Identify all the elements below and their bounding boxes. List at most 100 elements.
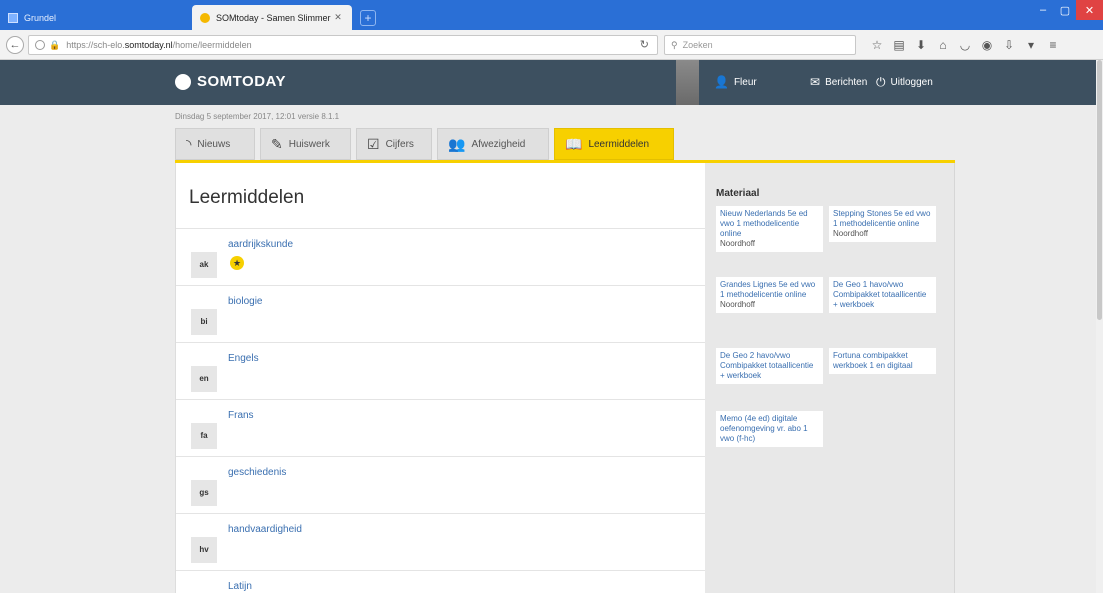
browser-search-input[interactable]: ⚲ Zoeken: [664, 35, 856, 55]
list-item[interactable]: hv handvaardigheid: [176, 513, 706, 570]
reader-list-icon[interactable]: ▤: [888, 36, 910, 54]
star-icon: ★: [230, 256, 244, 270]
power-icon: ⏻: [876, 75, 886, 89]
scrollbar-thumb[interactable]: [1097, 60, 1102, 320]
subject-badge: en: [191, 366, 217, 392]
somtoday-logo[interactable]: SOMTODAY: [175, 73, 286, 90]
tab-huiswerk[interactable]: ✎ Huiswerk: [260, 128, 351, 160]
messages-link[interactable]: ✉ Berichten: [810, 75, 867, 89]
subject-link[interactable]: Frans: [228, 410, 254, 421]
subject-link[interactable]: Engels: [228, 353, 259, 364]
tab-label: Cijfers: [385, 138, 414, 150]
material-card[interactable]: De Geo 2 havo/vwo Combipakket totaallice…: [716, 348, 823, 384]
main-tabs: ◝ Nieuws ✎ Huiswerk ☑ Cijfers 👥 Afwezigh…: [175, 128, 679, 160]
users-icon: 👥: [448, 135, 466, 152]
tab-leermiddelen[interactable]: 📖 Leermiddelen: [554, 128, 674, 160]
somtoday-favicon-icon: [200, 12, 210, 23]
close-tab-icon[interactable]: ✕: [332, 12, 344, 23]
minimize-icon[interactable]: –: [1032, 0, 1054, 20]
home-icon[interactable]: ⌂: [932, 36, 954, 54]
extension-download-icon[interactable]: ⇩: [998, 36, 1020, 54]
list-item[interactable]: gs geschiedenis: [176, 456, 706, 513]
subject-link[interactable]: aardrijkskunde: [228, 239, 293, 250]
browser-tab-title: Grundel: [24, 12, 57, 23]
reload-icon[interactable]: ↻: [640, 38, 649, 51]
tab-afwezigheid[interactable]: 👥 Afwezigheid: [437, 128, 549, 160]
material-link[interactable]: Stepping Stones 5e ed vwo 1 methodelicen…: [833, 209, 932, 229]
material-card[interactable]: Grandes Lignes 5e ed vwo 1 methodelicent…: [716, 277, 823, 313]
page-scrollbar[interactable]: [1096, 60, 1103, 593]
list-item[interactable]: bi biologie: [176, 285, 706, 342]
rss-icon: ◝: [186, 135, 192, 152]
address-bar[interactable]: 🔒 https://sch-elo. somtoday.nl /home/lee…: [28, 35, 658, 55]
search-icon: ⚲: [671, 39, 678, 50]
list-item[interactable]: ak aardrijkskunde ★: [176, 228, 706, 285]
download-icon[interactable]: ⬇: [910, 36, 932, 54]
back-arrow-icon[interactable]: ←: [6, 36, 24, 54]
browser-tab-somtoday[interactable]: SOMtoday - Samen Slimmer ✕: [192, 5, 352, 30]
user-menu-link[interactable]: 👤 Fleur: [714, 75, 757, 89]
url-path: /home/leermiddelen: [172, 40, 252, 50]
browser-toolbar-icons: ☆ ▤ ⬇ ⌂ ◡ ◉ ⇩ ▾ ≡: [866, 36, 1064, 54]
logo-icon: [175, 73, 191, 90]
tab-label: Afwezigheid: [471, 138, 526, 150]
info-icon[interactable]: [35, 40, 45, 50]
leermiddelen-panel: Leermiddelen ak aardrijkskunde ★ bi biol…: [175, 163, 706, 593]
subject-link[interactable]: geschiedenis: [228, 467, 286, 478]
tab-label: Huiswerk: [288, 138, 330, 150]
tab-cijfers[interactable]: ☑ Cijfers: [356, 128, 432, 160]
envelope-icon: ✉: [810, 75, 821, 89]
material-card[interactable]: De Geo 1 havo/vwo Combipakket totaallice…: [829, 277, 936, 313]
list-item[interactable]: fa Frans: [176, 399, 706, 456]
material-publisher: Noordhoff: [720, 300, 755, 309]
new-tab-button[interactable]: +: [360, 10, 376, 26]
messages-label: Berichten: [825, 76, 868, 88]
site-header: SOMTODAY 👤 Fleur ✉ Berichten ⏻ Uitloggen: [0, 60, 1103, 105]
subject-link[interactable]: Latijn: [228, 581, 252, 592]
browser-navbar: ← 🔒 https://sch-elo. somtoday.nl /home/l…: [0, 30, 1103, 60]
list-item[interactable]: la Latijn: [176, 570, 706, 593]
material-link[interactable]: Fortuna combipakket werkboek 1 en digita…: [833, 351, 932, 371]
pencil-icon: ✎: [271, 135, 283, 152]
logout-link[interactable]: ⏻ Uitloggen: [876, 75, 933, 90]
logo-text: SOMTODAY: [197, 73, 287, 90]
bookmark-star-icon[interactable]: ☆: [866, 36, 888, 54]
extension-icon[interactable]: ◉: [976, 36, 998, 54]
browser-tab-grundel[interactable]: Grundel: [0, 5, 165, 30]
material-link[interactable]: Grandes Lignes 5e ed vwo 1 methodelicent…: [720, 280, 819, 300]
material-publisher: Noordhoff: [720, 239, 755, 248]
tab-label: Leermiddelen: [588, 138, 650, 150]
page-icon: [8, 12, 18, 23]
user-icon: 👤: [714, 75, 729, 89]
lock-icon: 🔒: [49, 39, 61, 50]
material-link[interactable]: De Geo 2 havo/vwo Combipakket totaallice…: [720, 351, 819, 381]
material-card[interactable]: Fortuna combipakket werkboek 1 en digita…: [829, 348, 936, 374]
browser-tab-title: SOMtoday - Samen Slimmer: [216, 12, 331, 23]
material-card[interactable]: Nieuw Nederlands 5e ed vwo 1 methodelice…: [716, 206, 823, 252]
material-card[interactable]: Stepping Stones 5e ed vwo 1 methodelicen…: [829, 206, 936, 242]
book-icon: 📖: [565, 135, 583, 152]
tab-nieuws[interactable]: ◝ Nieuws: [175, 128, 255, 160]
subject-badge: bi: [191, 309, 217, 335]
subject-badge: gs: [191, 480, 217, 506]
subject-badge: ak: [191, 252, 217, 278]
maximize-icon[interactable]: ▢: [1054, 0, 1076, 20]
materials-sidebar: Materiaal Nieuw Nederlands 5e ed vwo 1 m…: [705, 163, 955, 593]
list-item[interactable]: en Engels: [176, 342, 706, 399]
material-card[interactable]: Memo (4e ed) digitale oefenomgeving vr. …: [716, 411, 823, 447]
url-host: somtoday.nl: [124, 40, 173, 50]
subject-badge: hv: [191, 537, 217, 563]
pocket-icon[interactable]: ◡: [954, 36, 976, 54]
materials-title: Materiaal: [716, 188, 760, 199]
browser-titlebar: Grundel SOMtoday - Samen Slimmer ✕ + – ▢…: [0, 0, 1103, 30]
menu-icon[interactable]: ≡: [1042, 36, 1064, 54]
material-link[interactable]: Memo (4e ed) digitale oefenomgeving vr. …: [720, 414, 819, 444]
subject-link[interactable]: biologie: [228, 296, 262, 307]
user-name: Fleur: [733, 76, 757, 88]
avatar[interactable]: [676, 60, 699, 105]
subject-link[interactable]: handvaardigheid: [228, 524, 302, 535]
material-link[interactable]: De Geo 1 havo/vwo Combipakket totaallice…: [833, 280, 932, 310]
close-window-icon[interactable]: ✕: [1076, 0, 1103, 20]
chevron-down-icon[interactable]: ▾: [1020, 36, 1042, 54]
material-link[interactable]: Nieuw Nederlands 5e ed vwo 1 methodelice…: [720, 209, 819, 239]
